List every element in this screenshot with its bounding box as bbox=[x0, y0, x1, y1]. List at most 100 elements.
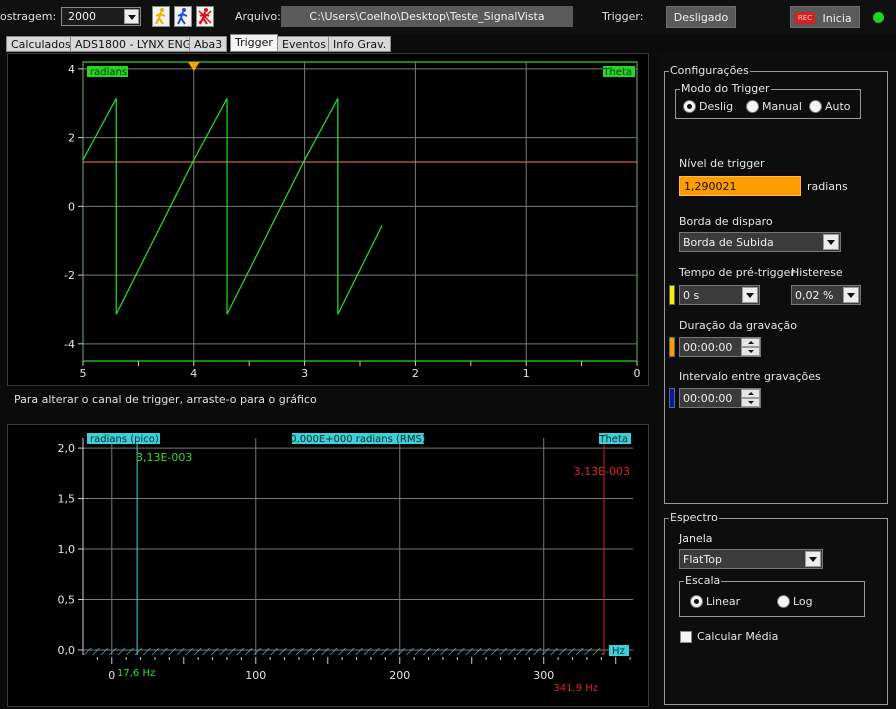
hysteresis-select[interactable]: 0,02 % bbox=[791, 285, 861, 305]
interval-label: Intervalo entre gravações bbox=[679, 370, 821, 383]
spec-x-unit-label: Hz bbox=[612, 646, 625, 657]
x-tick-label: 5 bbox=[80, 367, 87, 380]
x-tick-label: 2 bbox=[412, 367, 419, 380]
trigger-status-button[interactable]: Desligado bbox=[666, 6, 736, 28]
y-tick-label: 4 bbox=[68, 63, 75, 76]
interval-color-swatch bbox=[669, 388, 675, 408]
trigger-mode-group: Modo do Trigger Deslig Manual Auto bbox=[675, 82, 861, 119]
config-group-title: Configurações bbox=[669, 64, 750, 77]
spin-up-icon[interactable] bbox=[741, 338, 760, 347]
runner-blue-icon bbox=[177, 8, 188, 25]
duration-value: 00:00:00 bbox=[683, 341, 733, 354]
tab-info-grav[interactable]: Info Grav. bbox=[328, 36, 392, 52]
tab-eventos[interactable]: Eventos bbox=[277, 36, 331, 52]
tab-calculados[interactable]: Calculados bbox=[6, 36, 76, 52]
x-tick-label: 4 bbox=[190, 367, 197, 380]
tab-bar: Calculados ADS1800 - LYNX ENG3 Aba3 Trig… bbox=[0, 34, 660, 52]
spectrum-group: Espectro Janela FlatTop Escala Linear Lo… bbox=[664, 511, 888, 705]
spectrum-group-title: Espectro bbox=[669, 511, 719, 524]
y-tick-label: 1,5 bbox=[58, 493, 76, 506]
edge-value: Borda de Subida bbox=[683, 236, 774, 249]
spectrum-chart-panel[interactable]: 0 100 200 300 2,0 1,5 1,0 0,5 0,0 radians (pico)… bbox=[7, 424, 649, 707]
tab-trigger[interactable]: Trigger bbox=[230, 34, 278, 52]
amostragem-label: ostragem: bbox=[0, 10, 57, 23]
amostragem-value: 2000 bbox=[68, 10, 96, 23]
window-select[interactable]: FlatTop bbox=[679, 549, 823, 569]
pretrigger-value: 0 s bbox=[683, 289, 700, 302]
chevron-down-icon bbox=[805, 551, 821, 567]
spectrum-chart[interactable]: 0 100 200 300 2,0 1,5 1,0 0,5 0,0 radians (pico)… bbox=[8, 425, 648, 706]
time-unit-label: radians bbox=[90, 67, 127, 78]
rec-badge: REC bbox=[795, 12, 815, 24]
time-channel-label[interactable]: Theta bbox=[602, 67, 632, 78]
spin-down-icon[interactable] bbox=[741, 398, 760, 407]
trigger-level-unit: radians bbox=[807, 180, 848, 193]
scale-linear-radio[interactable]: Linear bbox=[690, 595, 740, 608]
edge-select[interactable]: Borda de Subida bbox=[679, 232, 841, 252]
run-slow-button[interactable] bbox=[152, 6, 170, 27]
arquivo-path-field[interactable]: C:\Users\Coelho\Desktop\Teste_SignalVist… bbox=[281, 6, 573, 27]
chevron-down-icon bbox=[124, 9, 139, 24]
average-label: Calcular Média bbox=[697, 630, 779, 643]
y-tick-label: -4 bbox=[64, 338, 75, 351]
interval-spinner[interactable]: 00:00:00 bbox=[679, 388, 761, 408]
settings-panel: Configurações Modo do Trigger Deslig Man… bbox=[659, 52, 896, 709]
x-tick-label: 0 bbox=[108, 669, 115, 682]
x-tick-label: 300 bbox=[533, 669, 554, 682]
window-value: FlatTop bbox=[683, 553, 722, 566]
x-tick-label: 0 bbox=[634, 367, 641, 380]
hysteresis-value: 0,02 % bbox=[795, 289, 834, 302]
cursor-2-frequency: 341,9 Hz bbox=[553, 683, 598, 694]
x-tick-label: 100 bbox=[245, 669, 266, 682]
chevron-down-icon bbox=[742, 287, 758, 303]
spin-down-icon[interactable] bbox=[741, 347, 760, 356]
y-tick-label: 1,0 bbox=[58, 543, 76, 556]
trigger-label: Trigger: bbox=[602, 10, 644, 23]
scale-group-title: Escala bbox=[684, 574, 722, 587]
arquivo-label: Arquivo: bbox=[235, 10, 281, 23]
chevron-down-icon bbox=[843, 287, 859, 303]
cursor-1-value: 3,13E-003 bbox=[136, 451, 192, 464]
top-toolbar: ostragem: 2000 Arquivo: C:\Users\Coelho\… bbox=[0, 0, 896, 34]
chevron-down-icon bbox=[823, 234, 839, 250]
trigger-hint-text: Para alterar o canal de trigger, arraste… bbox=[14, 393, 317, 406]
pretrigger-color-swatch bbox=[669, 285, 675, 305]
scale-log-radio[interactable]: Log bbox=[777, 595, 813, 608]
spec-channel-label[interactable]: Theta bbox=[598, 434, 628, 445]
edge-label: Borda de disparo bbox=[679, 215, 773, 228]
config-group: Configurações Modo do Trigger Deslig Man… bbox=[664, 64, 888, 504]
trigger-mode-manual-radio[interactable]: Manual bbox=[746, 100, 802, 113]
y-tick-label: -2 bbox=[64, 269, 75, 282]
x-tick-label: 200 bbox=[389, 669, 410, 682]
y-tick-label: 0,0 bbox=[58, 644, 76, 657]
average-checkbox[interactable] bbox=[680, 631, 692, 643]
scale-group: Escala Linear Log bbox=[679, 574, 865, 617]
trigger-mode-title: Modo do Trigger bbox=[680, 82, 771, 95]
trigger-mode-auto-radio[interactable]: Auto bbox=[809, 100, 851, 113]
pretrigger-label: Tempo de pré-trigger bbox=[679, 266, 795, 279]
tab-aba3[interactable]: Aba3 bbox=[189, 36, 228, 52]
duration-label: Duração da gravação bbox=[679, 319, 797, 332]
hysteresis-label: Histerese bbox=[791, 266, 843, 279]
x-tick-label: 1 bbox=[523, 367, 530, 380]
interval-value: 00:00:00 bbox=[683, 392, 733, 405]
tab-ads1800[interactable]: ADS1800 - LYNX ENG3 bbox=[70, 36, 204, 52]
y-tick-label: 0,5 bbox=[58, 593, 76, 606]
stop-run-button[interactable] bbox=[196, 6, 214, 27]
time-chart-panel[interactable]: 5 4 3 2 1 0 4 2 0 -2 -4 radians Theta bbox=[7, 53, 649, 386]
start-recording-button[interactable]: REC Inicia bbox=[790, 6, 860, 28]
pretrigger-select[interactable]: 0 s bbox=[679, 285, 760, 305]
duration-spinner[interactable]: 00:00:00 bbox=[679, 337, 761, 357]
start-label: Inicia bbox=[822, 11, 852, 25]
cursor-1-frequency: 17,6 Hz bbox=[117, 668, 155, 679]
run-button[interactable] bbox=[174, 6, 192, 27]
amostragem-select[interactable]: 2000 bbox=[61, 7, 141, 26]
x-tick-label: 3 bbox=[301, 367, 308, 380]
spin-up-icon[interactable] bbox=[741, 389, 760, 398]
time-chart[interactable]: 5 4 3 2 1 0 4 2 0 -2 -4 radians Theta bbox=[8, 54, 648, 385]
trigger-level-input[interactable]: 1,290021 bbox=[679, 176, 801, 196]
runner-stop-icon bbox=[198, 8, 212, 25]
trigger-mode-deslig-radio[interactable]: Deslig bbox=[683, 100, 733, 113]
trigger-level-label: Nível de trigger bbox=[679, 157, 765, 170]
spec-unit-label: radians (pico) bbox=[90, 434, 159, 445]
